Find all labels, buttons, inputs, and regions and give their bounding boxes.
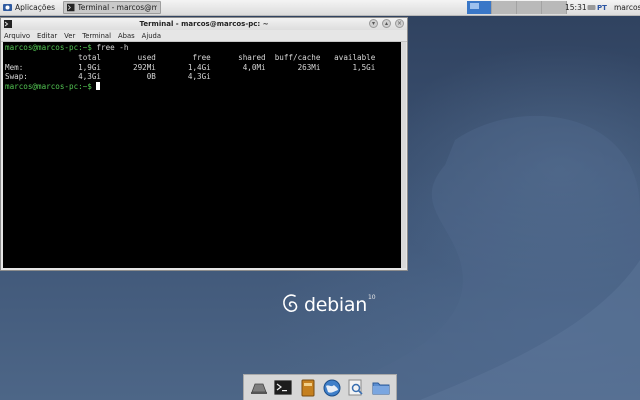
menu-arquivo[interactable]: Arquivo: [4, 32, 30, 40]
debian-logo: debian 10: [280, 290, 376, 318]
workspace-2[interactable]: [492, 1, 517, 14]
window-title: Terminal - marcos@marcos-pc: ~: [139, 20, 269, 28]
menu-ver[interactable]: Ver: [64, 32, 75, 40]
keyboard-icon: [587, 5, 596, 10]
menu-terminal[interactable]: Terminal: [82, 32, 111, 40]
debian-wordmark: debian: [304, 294, 367, 316]
terminal-window: Terminal - marcos@marcos-pc: ~ ▾ ▴ × Arq…: [0, 17, 408, 271]
applications-menu-label: Aplicações: [15, 3, 56, 12]
terminal-icon[interactable]: [273, 378, 293, 398]
output-swap-row: Swap: 4,3Gi 0B 4,3Gi: [5, 72, 211, 82]
command-text: free -h: [91, 43, 129, 52]
debian-swirl-icon: [283, 294, 298, 312]
close-button[interactable]: ×: [395, 19, 404, 28]
applications-menu-icon: [3, 4, 12, 11]
output-mem-row: Mem: 1,9Gi 292Mi 1,4Gi 4,0Mi 263Mi 1,5Gi: [5, 62, 376, 72]
command-line: marcos@marcos-pc:~$ free -h: [5, 43, 399, 53]
terminal-scrollbar[interactable]: [401, 42, 406, 268]
shell-prompt: marcos@marcos-pc:~$: [5, 43, 92, 52]
shell-prompt: marcos@marcos-pc:~$: [5, 82, 92, 92]
menu-ajuda[interactable]: Ajuda: [142, 32, 161, 40]
terminal-output[interactable]: marcos@marcos-pc:~$ free -h total used f…: [3, 42, 401, 268]
bottom-dock: [243, 374, 397, 400]
menu-abas[interactable]: Abas: [118, 32, 135, 40]
terminal-icon: [67, 3, 75, 12]
web-browser-icon[interactable]: [322, 378, 342, 398]
workspace-4[interactable]: [542, 1, 567, 14]
clock[interactable]: 15:31: [565, 0, 587, 15]
taskbar-terminal-button[interactable]: Terminal - marcos@mar...: [63, 1, 162, 14]
debian-version: 10: [367, 294, 376, 301]
taskbar-terminal-label: Terminal - marcos@mar...: [77, 3, 158, 12]
window-titlebar[interactable]: Terminal - marcos@marcos-pc: ~ ▾ ▴ ×: [1, 18, 407, 30]
show-desktop-icon[interactable]: [249, 378, 269, 398]
minimize-button[interactable]: ▾: [369, 19, 378, 28]
menu-editar[interactable]: Editar: [37, 32, 57, 40]
workspace-1[interactable]: [467, 1, 492, 14]
keyboard-layout-indicator[interactable]: PT: [587, 1, 607, 14]
folder-icon[interactable]: [371, 378, 391, 398]
output-header: total used free shared buff/cache availa…: [5, 52, 376, 62]
window-menubar: Arquivo Editar Ver Terminal Abas Ajuda: [1, 30, 407, 42]
workspace-switcher: [467, 0, 567, 15]
current-prompt-line: marcos@marcos-pc:~$: [5, 82, 399, 92]
top-panel: Aplicações Terminal - marcos@mar... 15:3…: [0, 0, 640, 16]
file-manager-icon[interactable]: [298, 378, 318, 398]
text-cursor: [96, 82, 101, 91]
user-menu[interactable]: marcos: [614, 0, 640, 15]
applications-menu-button[interactable]: Aplicações: [0, 0, 59, 15]
search-icon[interactable]: [346, 378, 366, 398]
keyboard-layout-label: PT: [597, 3, 607, 12]
maximize-button[interactable]: ▴: [382, 19, 391, 28]
workspace-3[interactable]: [517, 1, 542, 14]
